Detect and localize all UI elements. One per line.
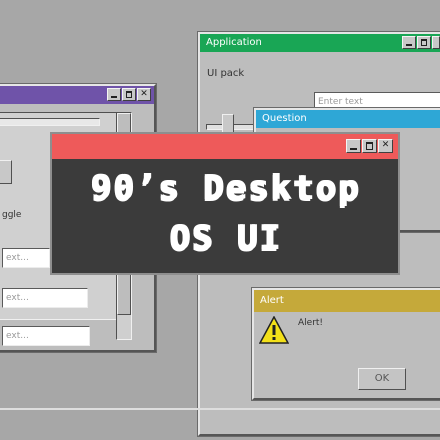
text-field-1[interactable]: ext... — [2, 248, 50, 268]
close-icon[interactable]: ✕ — [137, 88, 151, 101]
banner-titlebar: ✕ — [52, 134, 398, 159]
desktop-bottom-edge — [0, 408, 440, 410]
alert-titlebar[interactable]: Alert — [254, 290, 440, 312]
toggle-label: ggle — [2, 210, 22, 220]
progress-track — [0, 118, 100, 126]
minimize-icon[interactable] — [402, 36, 416, 49]
title-banner: ✕ 90’s Desktop OS UI — [50, 132, 400, 275]
partial-button[interactable] — [0, 160, 12, 184]
warning-icon — [259, 316, 289, 344]
maximize-icon[interactable] — [417, 36, 431, 49]
application-title: Application — [206, 37, 262, 48]
application-subtitle: UI pack — [207, 68, 245, 79]
close-icon: ✕ — [378, 139, 393, 153]
ok-button[interactable]: OK — [358, 368, 406, 390]
minimize-icon[interactable] — [107, 88, 121, 101]
minimize-icon — [346, 139, 361, 153]
alert-window: Alert Alert! OK — [252, 288, 440, 400]
maximize-icon[interactable] — [122, 88, 136, 101]
alert-message: Alert! — [298, 318, 324, 328]
alert-title: Alert — [260, 295, 284, 306]
application-titlebar[interactable]: Application — [200, 34, 440, 52]
purple-window-titlebar[interactable]: ✕ — [0, 86, 154, 104]
close-icon[interactable] — [432, 36, 440, 49]
text-field-3[interactable]: ext... — [2, 326, 90, 346]
text-field-2[interactable]: ext... — [2, 288, 88, 308]
question-title: Question — [262, 113, 307, 124]
banner-line-1: 90’s Desktop — [90, 168, 360, 208]
banner-line-2: OS UI — [168, 218, 282, 258]
question-titlebar[interactable]: Question — [256, 110, 440, 128]
maximize-icon — [362, 139, 377, 153]
